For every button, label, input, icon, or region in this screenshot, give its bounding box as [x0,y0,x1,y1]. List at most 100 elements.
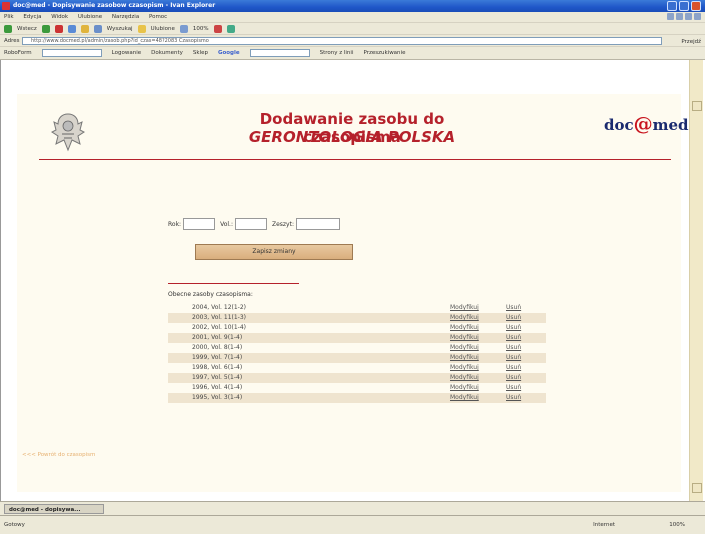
rok-label: Rok: [168,220,182,228]
page-area [17,94,681,492]
back-arrow-icon[interactable] [4,24,12,33]
tool-icon[interactable] [226,24,235,33]
back-to-journals-link[interactable]: <<< Powrót do czasopism [22,452,95,458]
menu-bar: Plik Edycja Widok Ulubione Narzędzia Pom… [0,12,705,23]
stop-icon[interactable] [54,24,63,33]
vertical-scrollbar[interactable] [689,60,703,501]
standard-toolbar: Wstecz Wyszukaj Ulubione 100% [0,23,705,35]
delete-link[interactable]: Usuń [506,303,521,313]
item-name: 1999, Vol. 7(1-4) [192,354,243,361]
submit-button[interactable]: Zapisz zmiany [195,244,353,260]
menu-help[interactable]: Pomoc [149,14,167,20]
logowanie-link[interactable]: Logowanie [112,47,141,60]
item-name: 1997, Vol. 5(1-4) [192,374,243,381]
delete-link[interactable]: Usuń [506,383,521,393]
delete-link[interactable]: Usuń [506,353,521,363]
logo-at: @ [633,113,653,135]
roboform-link[interactable]: RoboForm [4,47,32,60]
sklep-link[interactable]: Sklep [193,47,208,60]
favorites-star-icon[interactable] [137,24,146,33]
address-bar: Adres http://www.docmed.pl/admin/zasob.p… [0,35,705,47]
university-crest-icon [51,113,85,152]
resource-list: 2004, Vol. 12(1-2) Modyfikuj Usuń 2003, Vo… [168,303,546,403]
google-search-box[interactable] [249,49,310,57]
rok-input[interactable] [183,218,216,230]
home-icon[interactable] [80,24,89,33]
menu-file[interactable]: Plik [4,14,14,20]
window-title: doc@med - Dopisywanie zasobow czasopism … [13,2,216,9]
toolbar-icon[interactable] [667,13,674,20]
item-name: 1998, Vol. 6(1-4) [192,364,243,371]
dokumenty-link[interactable]: Dokumenty [151,47,183,60]
list-item: 2003, Vol. 11(1-3) Modyfikuj Usuń [168,313,546,323]
favorites-button-label[interactable]: Ulubione [151,23,175,35]
edit-link[interactable]: Modyfikuj [450,313,506,323]
menu-edit[interactable]: Edycja [23,14,41,20]
scroll-down-button[interactable] [692,483,702,493]
maximize-button[interactable] [679,1,689,11]
delete-link[interactable]: Usuń [506,373,521,383]
list-title: Obecne zasoby czasopisma: [168,291,253,298]
zoom-label[interactable]: 100% [193,23,209,35]
search-button-label[interactable]: Wyszukaj [107,23,133,35]
links-search-box[interactable] [41,49,102,57]
list-item: 1996, Vol. 4(1-4) Modyfikuj Usuń [168,383,546,393]
edit-link[interactable]: Modyfikuj [450,373,506,383]
google-toolbar[interactable]: Google [218,47,240,60]
back-button-label[interactable]: Wstecz [17,23,37,35]
list-item: 1999, Vol. 7(1-4) Modyfikuj Usuń [168,353,546,363]
address-input[interactable]: http://www.docmed.pl/admin/zasob.php?id_… [22,37,662,45]
list-item: 1995, Vol. 3(1-4) Modyfikuj Usuń [168,393,546,403]
minimize-button[interactable] [667,1,677,11]
edit-link[interactable]: Modyfikuj [450,343,506,353]
menu-favorites[interactable]: Ulubione [78,14,102,20]
menu-right-icons [667,13,701,20]
pdf-icon[interactable] [213,24,222,33]
search-icon[interactable] [93,24,102,33]
docmed-logo: doc@med [604,113,689,135]
window-controls [667,1,701,11]
list-item: 1997, Vol. 5(1-4) Modyfikuj Usuń [168,373,546,383]
toolbar-icon[interactable] [694,13,701,20]
refresh-icon[interactable] [67,24,76,33]
item-name: 1995, Vol. 3(1-4) [192,394,243,401]
toolbar-icon[interactable] [685,13,692,20]
links-bar: RoboForm Logowanie Dokumenty Sklep Googl… [0,47,705,60]
logo-text-prefix: doc [604,116,634,134]
address-label: Adres [4,38,20,44]
edit-link[interactable]: Modyfikuj [450,353,506,363]
menu-view[interactable]: Widok [51,14,68,20]
delete-link[interactable]: Usuń [506,323,521,333]
list-item: 2004, Vol. 12(1-2) Modyfikuj Usuń [168,303,546,313]
edit-link[interactable]: Modyfikuj [450,303,506,313]
menu-tools[interactable]: Narzędzia [112,14,139,20]
status-zoom[interactable]: 100% [669,516,685,534]
history-icon[interactable] [179,24,188,33]
przeszukiwanie-link[interactable]: Przeszukiwanie [363,47,405,60]
ie-icon [2,2,10,10]
delete-link[interactable]: Usuń [506,333,521,343]
edit-link[interactable]: Modyfikuj [450,393,506,403]
zeszyt-input[interactable] [296,218,340,230]
strony-link[interactable]: Strony z linii [320,47,354,60]
header-divider [39,159,671,160]
delete-link[interactable]: Usuń [506,313,521,323]
delete-link[interactable]: Usuń [506,343,521,353]
toolbar-icon[interactable] [676,13,683,20]
status-bar: Gotowy Internet 100% [0,515,705,534]
edit-link[interactable]: Modyfikuj [450,333,506,343]
edit-link[interactable]: Modyfikuj [450,363,506,373]
delete-link[interactable]: Usuń [506,393,521,403]
item-name: 2000, Vol. 8(1-4) [192,344,243,351]
scroll-up-button[interactable] [692,101,702,111]
edit-link[interactable]: Modyfikuj [450,323,506,333]
edit-link[interactable]: Modyfikuj [450,383,506,393]
list-item: 2000, Vol. 8(1-4) Modyfikuj Usuń [168,343,546,353]
delete-link[interactable]: Usuń [506,363,521,373]
forward-arrow-icon[interactable] [41,24,50,33]
vol-input[interactable] [234,218,267,230]
taskbar-window-button[interactable]: doc@med - dopisywa... [4,504,104,514]
close-button[interactable] [691,1,701,11]
logo-text-suffix: med [652,116,689,134]
list-item: 2002, Vol. 10(1-4) Modyfikuj Usuń [168,323,546,333]
